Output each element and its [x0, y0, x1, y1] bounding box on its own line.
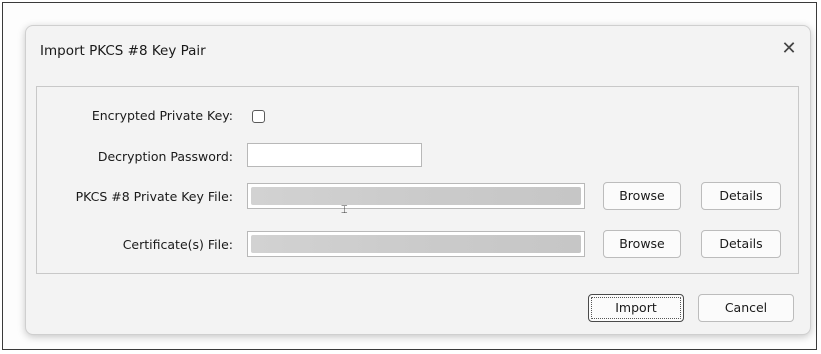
screenshot-frame: Import PKCS #8 Key Pair ✕ Encrypted Priv… — [2, 2, 817, 350]
browse-private-key-button[interactable]: Browse — [603, 182, 681, 210]
certificate-file-field[interactable] — [247, 231, 585, 257]
private-key-file-label: PKCS #8 Private Key File: — [75, 189, 233, 204]
import-pkcs8-dialog: Import PKCS #8 Key Pair ✕ Encrypted Priv… — [25, 25, 811, 335]
details-private-key-button[interactable]: Details — [701, 182, 781, 210]
text-cursor-icon: ⌶ — [341, 203, 348, 216]
import-button[interactable]: Import — [588, 294, 684, 322]
private-key-file-field[interactable] — [247, 183, 585, 209]
close-icon: ✕ — [781, 38, 797, 59]
form-panel: Encrypted Private Key: Decryption Passwo… — [36, 86, 799, 274]
close-button[interactable]: ✕ — [778, 38, 800, 60]
details-certificate-button[interactable]: Details — [701, 230, 781, 258]
encrypted-private-key-label: Encrypted Private Key: — [91, 108, 233, 123]
certificate-file-label: Certificate(s) File: — [122, 237, 233, 252]
browse-certificate-button[interactable]: Browse — [603, 230, 681, 258]
cancel-button[interactable]: Cancel — [698, 294, 794, 322]
redacted-path — [251, 235, 581, 253]
encrypted-private-key-checkbox[interactable] — [252, 110, 265, 123]
decryption-password-field[interactable] — [247, 143, 422, 167]
dialog-title: Import PKCS #8 Key Pair — [40, 43, 206, 59]
decryption-password-label: Decryption Password: — [97, 149, 233, 164]
redacted-path — [251, 187, 581, 205]
